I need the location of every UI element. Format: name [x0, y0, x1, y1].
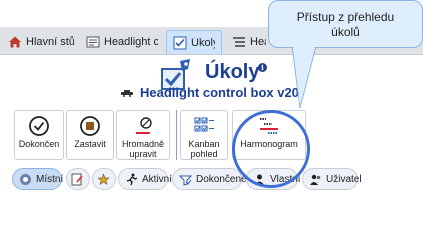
stop-button[interactable]: Zastavit	[66, 110, 114, 160]
document-icon	[86, 36, 100, 48]
callout-line-2: úkolů	[331, 25, 360, 39]
tab-label: Headlight co...	[104, 36, 158, 48]
callout-text: Přístup z přehledu úkolů	[268, 10, 423, 40]
kanban-icon	[194, 117, 214, 132]
done-filter-icon	[179, 175, 192, 186]
list-icon	[233, 37, 245, 47]
filter-label: Uživatel	[326, 173, 362, 185]
gantt-button[interactable]: Harmonogram	[232, 110, 306, 160]
complete-button[interactable]: Dokončen	[14, 110, 64, 160]
gantt-label: Harmonogram	[240, 139, 298, 149]
subtitle-text: Headlight control box v20	[140, 85, 299, 100]
bulk-edit-icon	[136, 117, 152, 134]
scope-icon	[20, 173, 31, 185]
favorite-filter-icon	[97, 172, 110, 185]
tab-headlight-list[interactable]: Headl	[226, 30, 272, 54]
filter-label: Vlastní	[270, 173, 301, 185]
users-icon	[310, 174, 321, 185]
filter-bar: Místní Aktivní Dokončené Vlastní Uživate…	[0, 166, 423, 194]
filter-edit[interactable]	[66, 168, 90, 190]
bulk-edit-label: Hromadně upravit	[121, 139, 165, 159]
tab-label: Headl	[250, 36, 266, 48]
callout-line-1: Přístup z přehledu	[296, 10, 395, 24]
filter-active[interactable]: Aktivní	[118, 168, 172, 190]
info-icon[interactable]: i	[258, 63, 267, 72]
tab-headlight-doc[interactable]: Headlight co...	[80, 30, 164, 54]
tab-home[interactable]: Hlavní stůl	[2, 30, 80, 54]
page-title: Úkoly	[205, 61, 260, 83]
kanban-label: Kanban pohled	[188, 139, 220, 159]
tab-ukoly[interactable]: Úkoly	[166, 30, 222, 54]
page-header: Úkoly i Headlight control box v20	[0, 55, 423, 103]
filter-label: Dokončené	[196, 173, 247, 185]
page-subtitle: Headlight control box v20	[120, 85, 423, 100]
edit-filter-icon	[71, 173, 83, 185]
complete-label: Dokončen	[18, 139, 60, 149]
filter-favorite[interactable]	[92, 168, 116, 190]
gantt-icon	[260, 118, 278, 134]
tab-label: Hlavní stůl	[26, 36, 74, 48]
person-icon	[255, 174, 264, 185]
runner-icon	[126, 173, 138, 185]
stop-icon	[80, 116, 100, 136]
bulk-edit-button[interactable]: Hromadně upravit	[116, 110, 170, 160]
filter-completed[interactable]: Dokončené	[172, 168, 247, 190]
ribbon-group-separator	[176, 110, 177, 160]
filter-local[interactable]: Místní	[12, 168, 64, 190]
filter-own[interactable]: Vlastní	[246, 168, 301, 190]
car-icon	[121, 89, 133, 97]
check-circle-icon	[29, 116, 49, 136]
stop-label: Zastavit	[74, 139, 106, 149]
filter-label: Místní	[36, 173, 64, 185]
filter-user[interactable]: Uživatel	[302, 168, 362, 190]
tasks-icon	[173, 36, 187, 49]
filter-label: Aktivní	[142, 173, 173, 185]
tab-label: Úkoly	[191, 36, 215, 49]
kanban-view-button[interactable]: Kanban pohled	[180, 110, 228, 160]
home-icon	[9, 36, 21, 48]
